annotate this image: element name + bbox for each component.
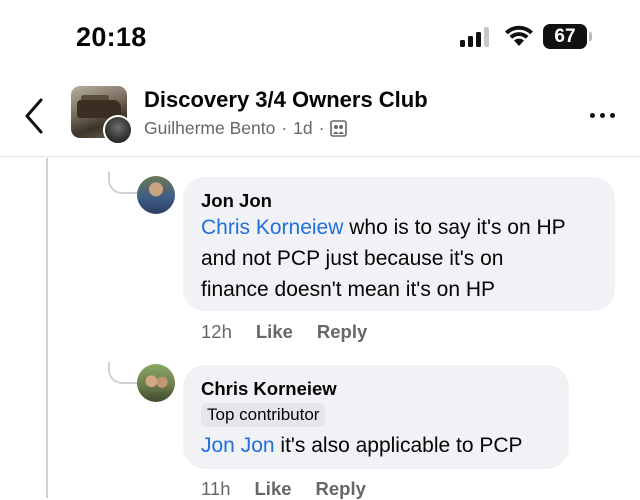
clock: 20:18 (76, 22, 147, 52)
comment-text: Jon Jon it's also applicable to PCP (201, 430, 523, 461)
post-header: Discovery 3/4 Owners Club Guilherme Bent… (0, 72, 640, 157)
post-meta: Guilherme Bento · 1d · (144, 118, 348, 139)
like-button[interactable]: Like (256, 321, 293, 343)
back-chevron-icon[interactable] (20, 96, 50, 136)
comment-actions: 11h Like Reply (201, 478, 366, 500)
wifi-icon (505, 25, 533, 46)
reply-connector (108, 172, 138, 194)
cellular-signal-icon (460, 27, 489, 47)
separator: · (281, 118, 288, 138)
battery-level: 67 (543, 24, 587, 49)
group-members-icon (330, 120, 348, 137)
battery-icon: 67 (543, 24, 593, 49)
comment-line: and not PCP just because it's on (201, 247, 504, 270)
comment-author[interactable]: Chris Korneiew (201, 378, 337, 400)
mention-link[interactable]: Chris Korneiew (201, 216, 343, 239)
top-contributor-badge: Top contributor (201, 403, 326, 427)
group-name[interactable]: Discovery 3/4 Owners Club (144, 87, 428, 113)
poster-name[interactable]: Guilherme Bento (144, 118, 275, 139)
status-bar: 20:18 67 (0, 0, 640, 72)
group-avatar[interactable] (71, 86, 133, 145)
poster-avatar (103, 115, 133, 145)
avatar[interactable] (137, 364, 175, 402)
comment-time: 11h (201, 478, 231, 499)
thread-line (46, 158, 48, 498)
separator: · (318, 118, 325, 138)
comment-author[interactable]: Jon Jon (201, 190, 272, 212)
reply-button[interactable]: Reply (316, 478, 366, 500)
comment-time: 12h (201, 321, 232, 342)
reply-button[interactable]: Reply (317, 321, 367, 343)
reply-connector (108, 362, 138, 384)
post-age: 1d (293, 118, 313, 138)
comment-line: who is to say it's on HP (343, 216, 566, 239)
like-button[interactable]: Like (255, 478, 292, 500)
avatar[interactable] (137, 176, 175, 214)
comment-line: finance doesn't mean it's on HP (201, 278, 496, 301)
comment-actions: 12h Like Reply (201, 321, 367, 343)
comment-text: Chris Korneiew who is to say it's on HP … (201, 212, 566, 305)
more-options-icon[interactable] (588, 106, 620, 126)
comment-line: it's also applicable to PCP (274, 434, 523, 457)
mention-link[interactable]: Jon Jon (201, 434, 275, 457)
